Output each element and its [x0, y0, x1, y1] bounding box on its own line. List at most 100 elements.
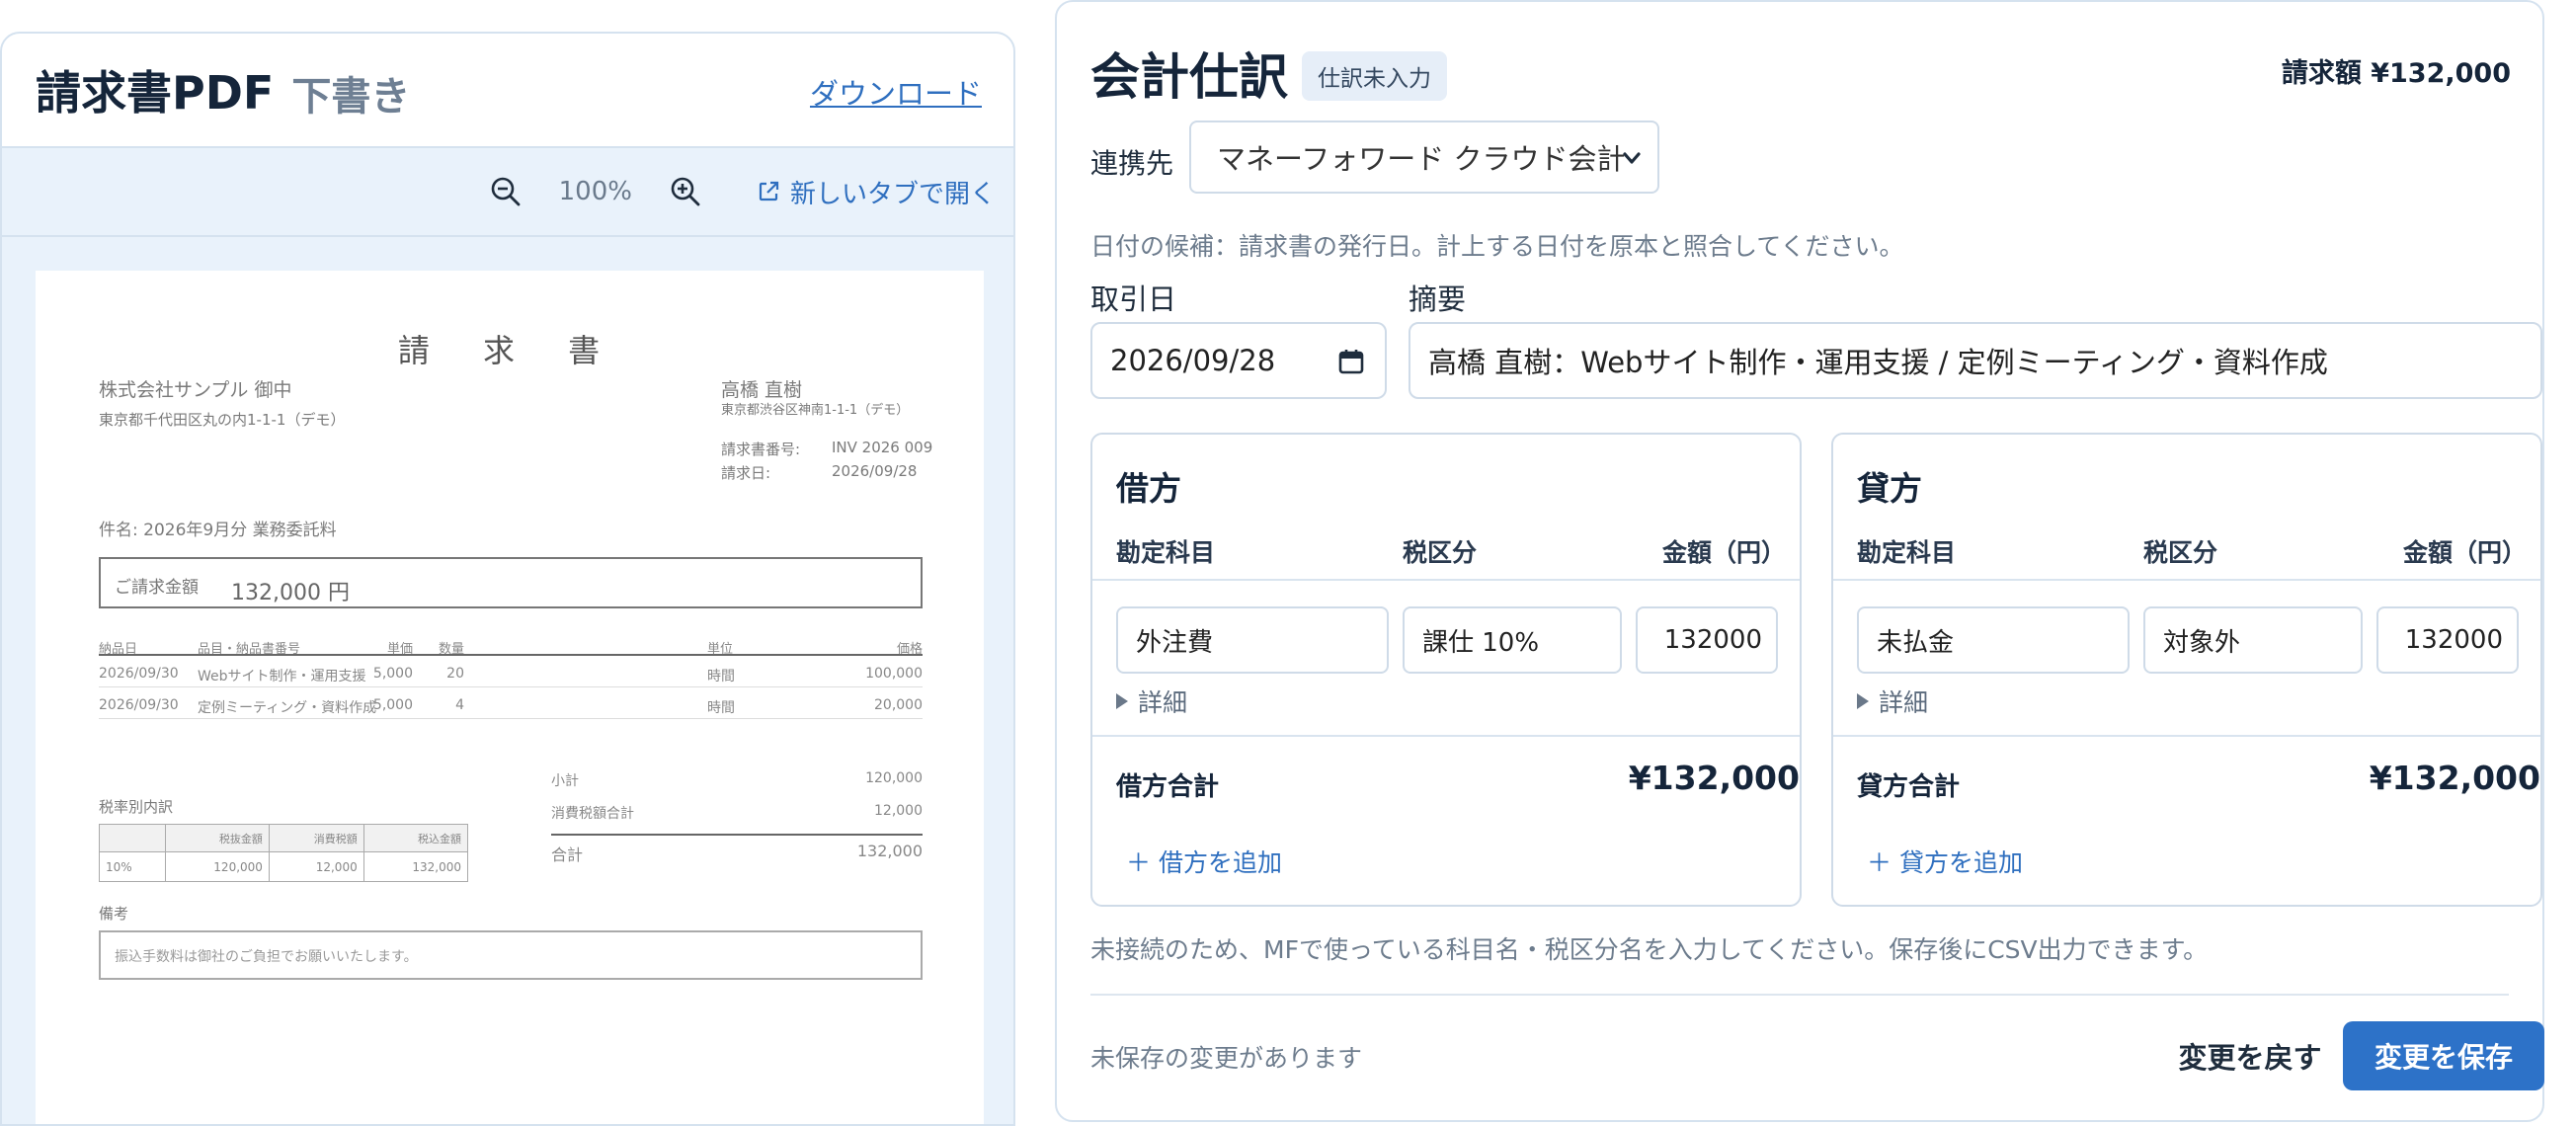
add-credit-button[interactable]: ＋ 貸方を追加: [1867, 844, 2023, 879]
disclosure-triangle-icon: [1857, 693, 1869, 709]
line-header-qty: 数量: [438, 642, 464, 657]
line-price: 100,000: [865, 666, 923, 682]
pdf-panel-title: 請求書PDF: [36, 66, 275, 120]
credit-detail-toggle[interactable]: 詳細: [1857, 684, 1928, 719]
transaction-date-input[interactable]: 2026/09/28: [1090, 322, 1387, 399]
tax-total-value: 12,000: [874, 803, 923, 819]
credit-header-divider: [1833, 579, 2540, 581]
credit-detail-label: 詳細: [1879, 688, 1929, 717]
invoice-doc-title: 請 求 書: [397, 332, 622, 369]
invoice-page: 請 求 書 株式会社サンプル 御中 東京都千代田区丸の内1-1-1（デモ） 高橋…: [36, 271, 984, 1124]
date-hint: 日付の候補：請求書の発行日。計上する日付を原本と照合してください。: [1090, 232, 1904, 261]
zoom-in-button[interactable]: [666, 172, 705, 211]
debit-sum-value: ¥132,000: [1628, 759, 1800, 797]
line-item: 定例ミーティング・資料作成: [198, 700, 377, 716]
debit-account-input[interactable]: 外注費: [1116, 606, 1389, 674]
debit-detail-toggle[interactable]: 詳細: [1116, 684, 1187, 719]
credit-col-account: 勘定科目: [1857, 538, 1957, 567]
grand-total-row: 合計 132,000: [551, 834, 923, 866]
tax-total-row: 消費税額合計 12,000: [551, 797, 923, 830]
add-debit-button[interactable]: ＋ 借方を追加: [1126, 844, 1282, 879]
line-unit-price: 5,000: [372, 666, 413, 682]
calendar-icon[interactable]: [1337, 348, 1365, 375]
unsaved-changes-notice: 未保存の変更があります: [1090, 1044, 1363, 1073]
invoice-issuer: 高橋 直樹: [721, 379, 803, 401]
credit-col-amount: 金額（円）: [2402, 538, 2527, 567]
debit-col-amount: 金額（円）: [1661, 538, 1786, 567]
memo-input[interactable]: 高橋 直樹：Webサイト制作・運用支援 / 定例ミーティング・資料作成: [1409, 322, 2542, 399]
tax-incl: 132,000: [362, 851, 469, 882]
invoice-number-label: 請求書番号:: [721, 441, 801, 458]
table-row: 10% 120,000 12,000 132,000: [99, 851, 469, 882]
debit-col-account: 勘定科目: [1116, 538, 1216, 567]
table-row: 2026/09/30 Webサイト制作・運用支援 5,000 20 時間 100…: [99, 656, 923, 687]
remarks-text: 振込手数料は御社のご負担でお願いいたします。: [115, 949, 418, 965]
debit-tax-value: 課仕 10%: [1422, 627, 1540, 658]
zoom-out-icon: [491, 177, 521, 206]
line-unit-price: 5,000: [372, 697, 413, 713]
invoice-recipient: 株式会社サンプル 御中: [99, 379, 292, 401]
line-unit: 時間: [707, 669, 735, 684]
journal-title: 会計仕訳: [1090, 48, 1288, 106]
save-changes-button[interactable]: 変更を保存: [2343, 1021, 2544, 1090]
credit-sum-divider: [1833, 735, 2540, 737]
debit-tax-input[interactable]: 課仕 10%: [1403, 606, 1622, 674]
credit-amount-input[interactable]: 132000: [2376, 606, 2519, 674]
download-link[interactable]: ダウンロード: [810, 71, 982, 113]
line-qty: 4: [455, 697, 464, 713]
line-table-header: 納品日 品目・納品書番号 単価 数量 単位 価格: [99, 630, 923, 657]
subtotal-row: 小計 120,000: [551, 764, 923, 797]
invoice-totals: 小計 120,000 消費税額合計 12,000 合計 132,000: [551, 764, 923, 866]
line-header-unit-price: 単価: [386, 642, 413, 657]
line-date: 2026/09/30: [99, 697, 179, 713]
credit-sum-value: ¥132,000: [2369, 759, 2540, 797]
line-header-item: 品目・納品書番号: [198, 642, 301, 657]
credit-tax-value: 対象外: [2163, 627, 2241, 658]
line-item: Webサイト制作・運用支援: [198, 669, 366, 684]
debit-card: 借方 勘定科目 税区分 金額（円） 外注費 課仕 10% 132000 詳細 借…: [1090, 433, 1802, 907]
invoice-date-label: 請求日:: [721, 464, 771, 482]
remarks-box: 振込手数料は御社のご負担でお願いいたします。: [99, 930, 923, 980]
tax-header-incl: 税込金額: [362, 824, 469, 852]
revert-changes-button[interactable]: 変更を戻す: [2143, 1021, 2357, 1090]
credit-tax-input[interactable]: 対象外: [2143, 606, 2363, 674]
line-header-unit: 単位: [707, 642, 734, 657]
memo-label: 摘要: [1409, 282, 1467, 316]
tax-rate: 10%: [99, 851, 166, 882]
zoom-out-button[interactable]: [486, 172, 525, 211]
pdf-panel-header: 請求書PDF 下書き ダウンロード: [2, 34, 1013, 148]
table-row: 税抜金額 消費税額 税込金額: [99, 824, 469, 852]
credit-account-input[interactable]: 未払金: [1857, 606, 2130, 674]
transaction-date-value: 2026/09/28: [1110, 344, 1276, 377]
mf-connection-note: 未接続のため、MFで使っている科目名・税区分名を入力してください。保存後にCSV…: [1090, 935, 2209, 964]
credit-col-tax: 税区分: [2143, 538, 2218, 567]
table-row: 2026/09/30 定例ミーティング・資料作成 5,000 4 時間 20,0…: [99, 687, 923, 719]
tax-breakdown-table: 税抜金額 消費税額 税込金額 10% 120,000 12,000 132,00…: [99, 824, 469, 882]
invoice-amount-box: ご請求金額 132,000 円: [99, 557, 923, 608]
grand-total-value: 132,000: [856, 842, 923, 860]
journal-entry-panel: 会計仕訳 仕訳未入力 請求額 ¥132,000 連携先 マネーフォワード クラウ…: [1055, 0, 2544, 1122]
line-header-date: 納品日: [99, 642, 138, 657]
memo-value: 高橋 直樹：Webサイト制作・運用支援 / 定例ミーティング・資料作成: [1428, 346, 2328, 379]
link-target-select[interactable]: マネーフォワード クラウド会計: [1189, 121, 1659, 194]
debit-amount-input[interactable]: 132000: [1636, 606, 1778, 674]
debit-amount-value: 132000: [1663, 625, 1762, 655]
line-date: 2026/09/30: [99, 666, 179, 682]
link-target-value: マネーフォワード クラウド会計: [1217, 142, 1626, 176]
zoom-level: 100%: [558, 177, 632, 206]
debit-sum-divider: [1092, 735, 1800, 737]
invoice-line-table: 納品日 品目・納品書番号 単価 数量 単位 価格 2026/09/30 Webサ…: [99, 630, 923, 719]
grand-total-label: 合計: [551, 845, 584, 864]
tax-excl: 120,000: [164, 851, 270, 882]
tax-header-tax: 消費税額: [268, 824, 364, 852]
invoice-subject: 件名: 2026年9月分 業務委託料: [99, 521, 337, 540]
invoice-issuer-address: 東京都渋谷区神南1-1-1（デモ）: [721, 403, 910, 418]
debit-sum-label: 借方合計: [1116, 772, 1220, 802]
invoice-recipient-address: 東京都千代田区丸の内1-1-1（デモ）: [99, 411, 346, 429]
invoice-amount-label: ご請求金額: [115, 578, 199, 598]
open-new-tab-link[interactable]: 新しいタブで開く: [757, 174, 996, 210]
credit-account-value: 未払金: [1877, 627, 1955, 658]
tax-header-excl: 税抜金額: [164, 824, 270, 852]
invoice-date: 2026/09/28: [832, 462, 918, 480]
line-header-price: 価格: [896, 642, 923, 657]
